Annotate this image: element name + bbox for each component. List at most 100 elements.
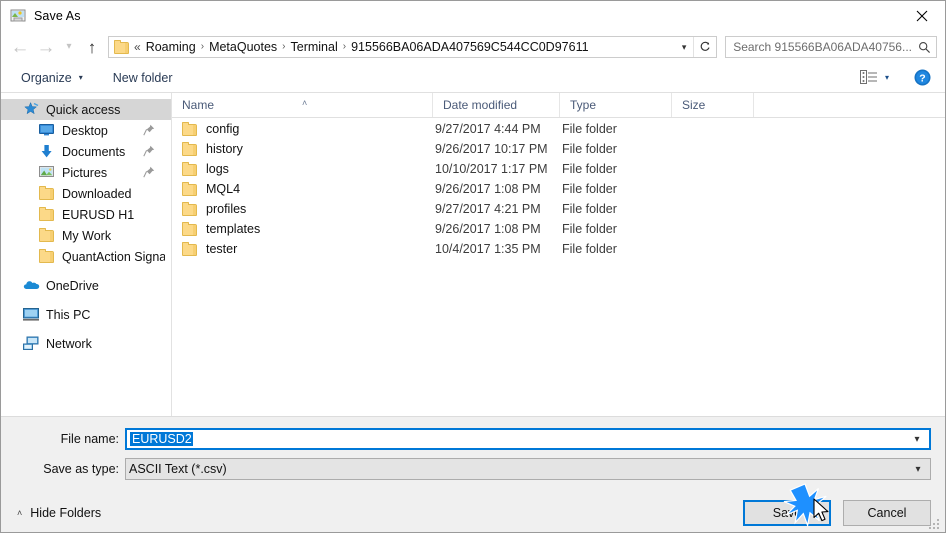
file-date-cell: 9/26/2017 1:08 PM [435, 222, 541, 236]
organize-label: Organize [21, 70, 72, 85]
table-row[interactable]: config 9/27/2017 4:44 PM File folder [172, 119, 945, 139]
cancel-button[interactable]: Cancel [843, 499, 931, 526]
table-row[interactable]: templates 9/26/2017 1:08 PM File folder [172, 219, 945, 239]
breadcrumb-item-metaquotes[interactable]: MetaQuotes [206, 40, 280, 54]
column-header-date-modified[interactable]: Date modified [433, 93, 560, 117]
back-button[interactable]: ← [7, 34, 33, 60]
forward-button[interactable]: → [33, 34, 59, 60]
up-button[interactable]: ↑ [79, 34, 105, 60]
column-header-name[interactable]: ˄ Name [172, 93, 433, 117]
recent-locations-button[interactable]: ▾ [59, 34, 79, 60]
documents-icon [39, 144, 56, 160]
sidebar-item-desktop[interactable]: Desktop [1, 120, 171, 141]
chevron-down-icon[interactable]: ▾ [906, 464, 930, 475]
column-header-type[interactable]: Type [560, 93, 672, 117]
help-button[interactable]: ? [907, 67, 937, 89]
sidebar-item-network[interactable]: Network [1, 333, 171, 354]
help-icon: ? [914, 69, 930, 86]
file-type-cell: File folder [562, 122, 617, 136]
new-folder-button[interactable]: New folder [107, 67, 179, 89]
breadcrumb-separator[interactable]: › [199, 42, 206, 52]
breadcrumb-overflow[interactable]: « [134, 40, 143, 54]
pictures-icon [39, 165, 56, 181]
sidebar-item-pictures[interactable]: Pictures [1, 162, 171, 183]
file-name-value[interactable]: EURUSD2 [127, 432, 905, 446]
file-size-cell [672, 239, 754, 259]
chevron-down-icon: ▾ [681, 41, 687, 52]
address-bar[interactable]: « Roaming › MetaQuotes › Terminal › 9155… [108, 36, 718, 58]
search-box[interactable]: Search 915566BA06ADA40756... [725, 36, 937, 58]
resize-grip[interactable] [929, 517, 942, 530]
pin-icon[interactable] [143, 145, 155, 157]
table-row[interactable]: MQL4 9/26/2017 1:08 PM File folder [172, 179, 945, 199]
file-size-cell [672, 139, 754, 159]
sidebar-item-onedrive[interactable]: OneDrive [1, 275, 171, 296]
file-name-cell: history [172, 139, 433, 159]
file-name-cell: tester [172, 239, 433, 259]
file-type-cell: File folder [562, 242, 617, 256]
file-date-cell: 9/27/2017 4:21 PM [435, 202, 541, 216]
sidebar-item-downloaded[interactable]: Downloaded [1, 183, 171, 204]
file-name-label: profiles [206, 202, 247, 216]
folder-icon [39, 206, 56, 223]
save-as-type-select[interactable]: ASCII Text (*.csv) ▾ [125, 458, 931, 480]
sidebar-item-eurusd-h1[interactable]: EURUSD H1 [1, 204, 171, 225]
sidebar-item-label: QuantAction Signal [62, 249, 165, 264]
sidebar-item-label: Desktop [62, 123, 108, 138]
file-type-cell: File folder [562, 222, 617, 236]
command-bar: Organize ▾ New folder ▾ ? [1, 63, 945, 93]
pin-icon[interactable] [143, 124, 155, 136]
folder-icon [182, 122, 199, 136]
chevron-down-icon[interactable]: ▾ [905, 434, 929, 445]
arrow-up-icon: ↑ [87, 37, 97, 57]
sidebar-item-label: Quick access [46, 102, 121, 117]
save-button[interactable]: Save [743, 499, 831, 526]
organize-button[interactable]: Organize ▾ [15, 67, 89, 89]
breadcrumb-item-terminal[interactable]: Terminal [288, 40, 341, 54]
folder-icon [39, 248, 56, 265]
pin-icon[interactable] [143, 166, 155, 178]
file-name-label: config [206, 122, 240, 136]
file-type-cell: File folder [562, 162, 617, 176]
sidebar-item-quantaction-signal[interactable]: QuantAction Signal [1, 246, 171, 267]
folder-icon [182, 222, 199, 236]
table-row[interactable]: history 9/26/2017 10:17 PM File folder [172, 139, 945, 159]
sidebar-item-quick-access[interactable]: Quick access [1, 99, 171, 120]
file-name-label: history [206, 142, 243, 156]
title-bar: Save As [1, 1, 945, 31]
action-bar: ˄ Hide Folders Save Cancel [1, 488, 945, 532]
save-as-type-value: ASCII Text (*.csv) [129, 462, 227, 476]
file-name-cell: templates [172, 219, 433, 239]
address-dropdown-button[interactable]: ▾ [675, 37, 693, 57]
table-row[interactable]: logs 10/10/2017 1:17 PM File folder [172, 159, 945, 179]
sidebar-item-this-pc[interactable]: This PC [1, 304, 171, 325]
sidebar-item-my-work[interactable]: My Work [1, 225, 171, 246]
file-name-text[interactable]: EURUSD2 [130, 432, 193, 446]
breadcrumb-item-terminal-id[interactable]: 915566BA06ADA407569C544CC0D97611 [348, 40, 591, 54]
breadcrumb-item-roaming[interactable]: Roaming [143, 40, 199, 54]
table-row[interactable]: profiles 9/27/2017 4:21 PM File folder [172, 199, 945, 219]
star-icon [23, 101, 40, 118]
network-icon [23, 336, 40, 352]
hide-folders-button[interactable]: ˄ Hide Folders [9, 506, 101, 520]
close-icon[interactable] [899, 1, 945, 31]
column-header-size[interactable]: Size [672, 93, 754, 117]
arrow-left-icon: ← [10, 36, 30, 58]
sidebar-item-label: My Work [62, 228, 112, 243]
sidebar-item-documents[interactable]: Documents [1, 141, 171, 162]
chevron-up-icon: ˄ [17, 507, 23, 518]
breadcrumb-separator[interactable]: › [341, 42, 348, 52]
file-size-cell [672, 179, 754, 199]
chevron-down-icon: ▾ [884, 73, 889, 82]
change-view-button[interactable]: ▾ [856, 67, 893, 89]
file-name-input[interactable]: EURUSD2 ▾ [125, 428, 931, 450]
breadcrumb-separator[interactable]: › [280, 42, 287, 52]
folder-icon [39, 227, 56, 244]
search-input[interactable]: Search 915566BA06ADA40756... [726, 40, 912, 54]
table-row[interactable]: tester 10/4/2017 1:35 PM File folder [172, 239, 945, 259]
file-date-cell: 10/10/2017 1:17 PM [435, 162, 548, 176]
refresh-icon [700, 41, 710, 51]
refresh-button[interactable] [693, 37, 716, 57]
save-as-type-row: Save as type: ASCII Text (*.csv) ▾ [1, 458, 945, 480]
file-date-cell: 9/27/2017 4:44 PM [435, 122, 541, 136]
